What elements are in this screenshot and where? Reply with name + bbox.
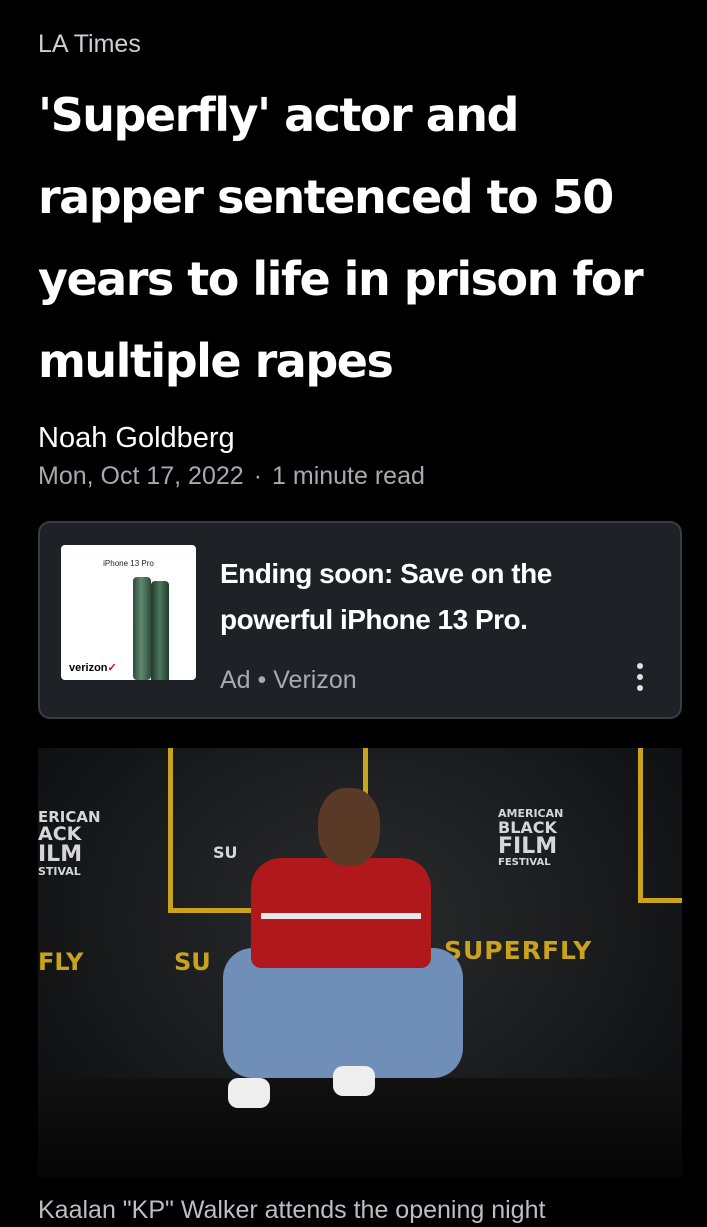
ad-meta: Ad • Verizon [220, 666, 357, 695]
phone-image [133, 577, 151, 680]
ad-bullet: • [257, 666, 267, 694]
ad-card[interactable]: iPhone 13 Pro verizon✓ Ending soon: Save… [38, 521, 682, 719]
ad-title[interactable]: Ending soon: Save on the powerful iPhone… [220, 551, 640, 643]
author-name[interactable]: Noah Goldberg [38, 422, 235, 455]
verizon-logo: verizon✓ [69, 662, 117, 674]
ad-thumbnail-label: iPhone 13 Pro [103, 559, 154, 568]
ad-label: Ad [220, 666, 251, 694]
ad-advertiser: Verizon [273, 666, 357, 694]
more-vertical-icon[interactable] [632, 663, 648, 697]
ad-thumbnail[interactable]: iPhone 13 Pro verizon✓ [61, 545, 196, 680]
article-meta: Mon, Oct 17, 2022 · 1 minute read [38, 462, 425, 491]
source-name[interactable]: LA Times [38, 30, 141, 59]
read-time: 1 minute read [272, 462, 425, 490]
publish-date: Mon, Oct 17, 2022 [38, 462, 244, 490]
photo-caption: Kaalan "KP" Walker attends the opening n… [38, 1196, 546, 1224]
person-figure [213, 778, 473, 1178]
article-headline: 'Superfly' actor and rapper sentenced to… [38, 88, 644, 388]
article-photo[interactable]: ERICAN ACK ILM STIVAL SU AMERICAN BLACK … [38, 748, 682, 1178]
meta-separator: · [253, 462, 263, 490]
phone-image [151, 581, 169, 680]
